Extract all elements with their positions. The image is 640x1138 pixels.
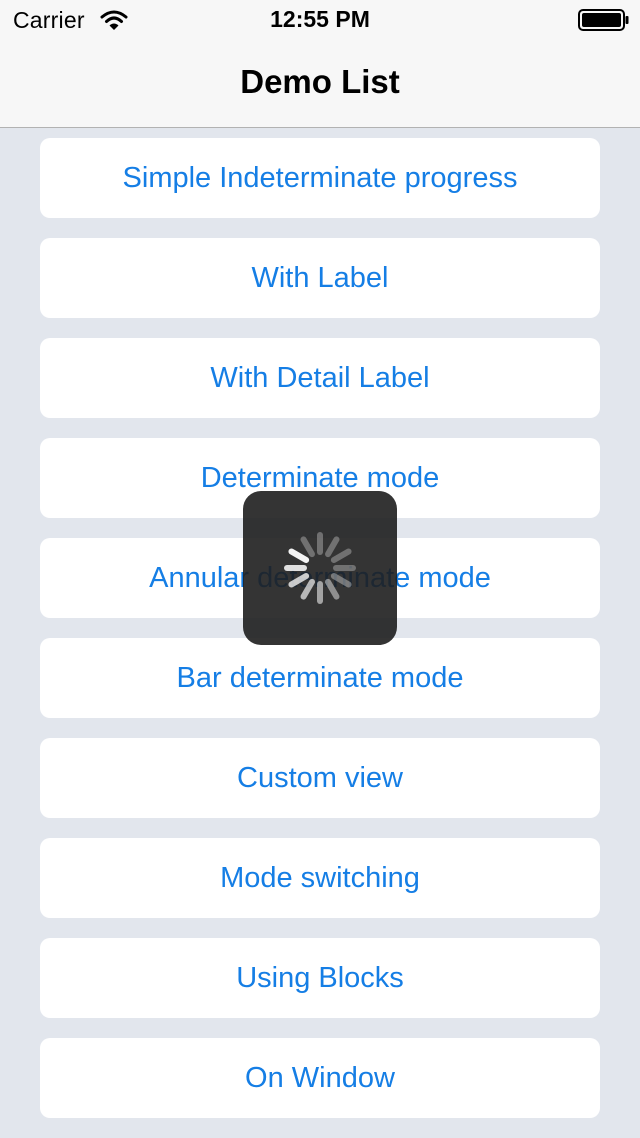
progress-hud	[243, 491, 397, 645]
list-item-custom-view[interactable]: Custom view	[40, 738, 600, 818]
list-item-with-detail-label[interactable]: With Detail Label	[40, 338, 600, 418]
list-item-bar-determinate-mode[interactable]: Bar determinate mode	[40, 638, 600, 718]
page-title: Demo List	[240, 63, 400, 100]
list-item-using-blocks[interactable]: Using Blocks	[40, 938, 600, 1018]
status-bar: Carrier 12:55 PM	[0, 0, 640, 40]
navigation-bar: Carrier 12:55 PM Demo List	[0, 0, 640, 128]
activity-spinner-icon	[284, 532, 356, 604]
battery-icon	[578, 9, 629, 31]
list-item-with-label[interactable]: With Label	[40, 238, 600, 318]
status-time: 12:55 PM	[270, 6, 370, 32]
list-item-simple-indeterminate-progress[interactable]: Simple Indeterminate progress	[40, 138, 600, 218]
list-item-mode-switching[interactable]: Mode switching	[40, 838, 600, 918]
list-item-on-window[interactable]: On Window	[40, 1038, 600, 1118]
